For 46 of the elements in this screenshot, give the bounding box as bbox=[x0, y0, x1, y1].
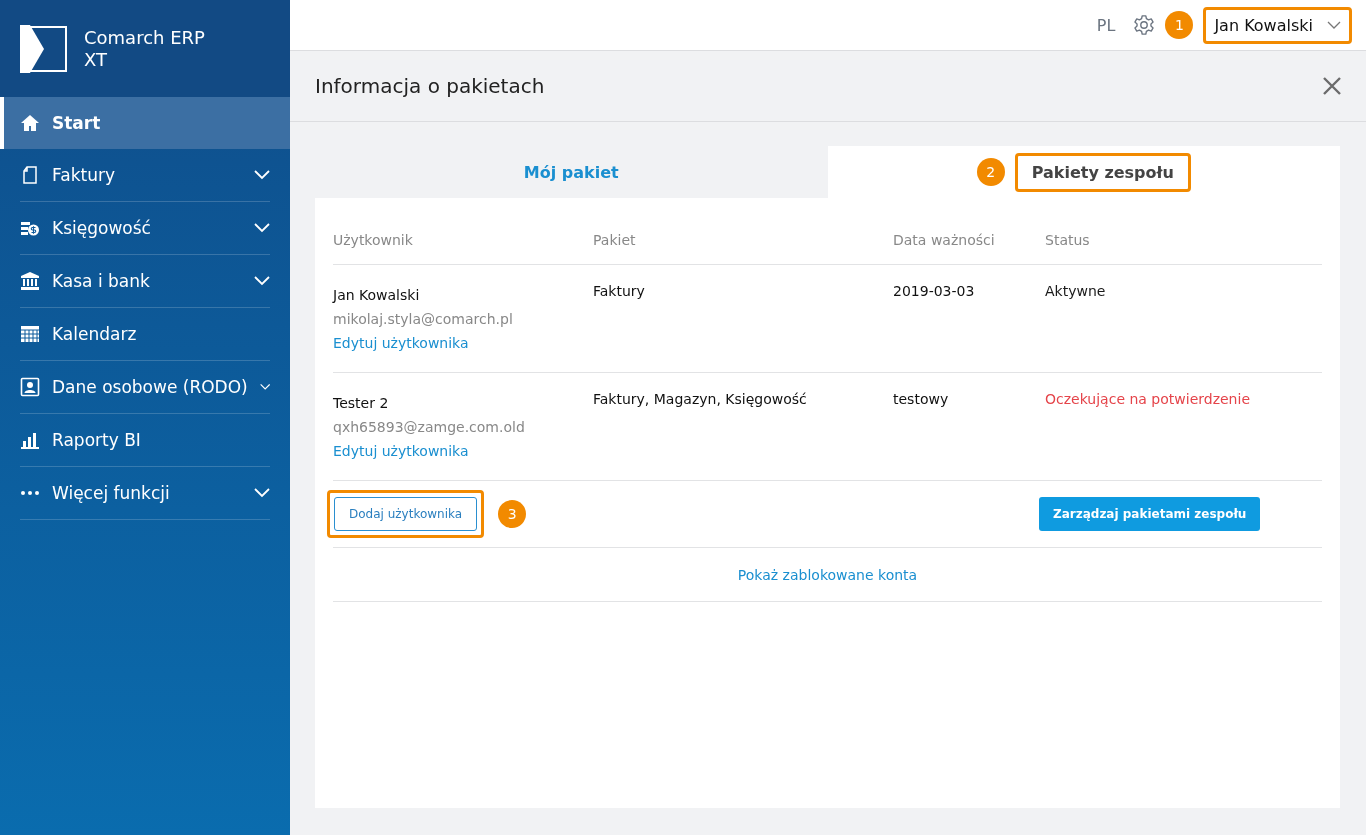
sidebar-item[interactable]: Kasa i bank bbox=[20, 255, 270, 308]
expiry-cell-text: 2019-03-03 bbox=[893, 283, 976, 301]
user-email: qxh65893@zamge.com.old bbox=[333, 419, 526, 435]
sidebar-item[interactable]: Księgowość bbox=[20, 202, 270, 255]
dots-icon bbox=[20, 490, 40, 496]
close-icon[interactable] bbox=[1322, 76, 1342, 96]
home-icon bbox=[20, 113, 40, 133]
add-user-button[interactable]: Dodaj użytkownika bbox=[334, 497, 478, 531]
settings-icon[interactable] bbox=[1133, 14, 1156, 36]
person-card-icon bbox=[20, 377, 40, 397]
page-title: Informacja o pakietach bbox=[315, 74, 545, 98]
sidebar-item[interactable]: Kalendarz bbox=[20, 308, 270, 361]
calendar-icon bbox=[20, 324, 40, 344]
sidebar-item[interactable]: Dane osobowe (RODO) bbox=[20, 361, 270, 414]
callout-number: 3 bbox=[498, 500, 527, 528]
logo-icon bbox=[20, 24, 68, 73]
package-cell-text: Faktury, Magazyn, Księgowość bbox=[593, 391, 808, 409]
document-icon bbox=[20, 165, 40, 185]
callout-number: 1 bbox=[1165, 11, 1194, 39]
column-header: Data ważności bbox=[893, 232, 996, 248]
chevron-down-icon bbox=[1327, 21, 1341, 29]
sidebar-item[interactable]: Start bbox=[0, 97, 290, 149]
tab[interactable]: Pakiety zespołu bbox=[1014, 152, 1191, 192]
column-header: Status bbox=[1045, 232, 1091, 248]
language-code: PL bbox=[1096, 15, 1116, 35]
callout-number: 2 bbox=[976, 158, 1005, 186]
sidebar-item[interactable]: Raporty BI bbox=[20, 414, 270, 467]
edit-user-link[interactable]: Edytuj użytkownika bbox=[333, 335, 593, 351]
column-header: Użytkownik bbox=[333, 232, 414, 248]
bank-icon bbox=[20, 271, 40, 291]
package-cell-text: Faktury bbox=[593, 283, 646, 301]
show-blocked-accounts-link[interactable]: Pokaż zablokowane konta bbox=[737, 566, 918, 583]
status-cell-text: Oczekujące na potwierdzenie bbox=[1045, 391, 1251, 409]
brand-name: Comarch ERP bbox=[84, 26, 205, 49]
column-header: Pakiet bbox=[593, 232, 637, 248]
sidebar-item[interactable]: Więcej funkcji bbox=[20, 467, 270, 520]
user-name: Tester 2 bbox=[333, 395, 390, 411]
user-menu[interactable]: Jan Kowalski bbox=[1203, 6, 1352, 44]
bar-chart-icon bbox=[20, 430, 40, 450]
user-name: Jan Kowalski bbox=[333, 287, 421, 303]
brand-name: XT bbox=[84, 48, 108, 71]
status-cell-text: Aktywne bbox=[1045, 283, 1107, 301]
sidebar-item[interactable]: Faktury bbox=[20, 149, 270, 202]
edit-user-link[interactable]: Edytuj użytkownika bbox=[333, 443, 593, 459]
user-email: mikolaj.styla@comarch.pl bbox=[333, 311, 514, 327]
expiry-cell-text: testowy bbox=[893, 391, 950, 409]
